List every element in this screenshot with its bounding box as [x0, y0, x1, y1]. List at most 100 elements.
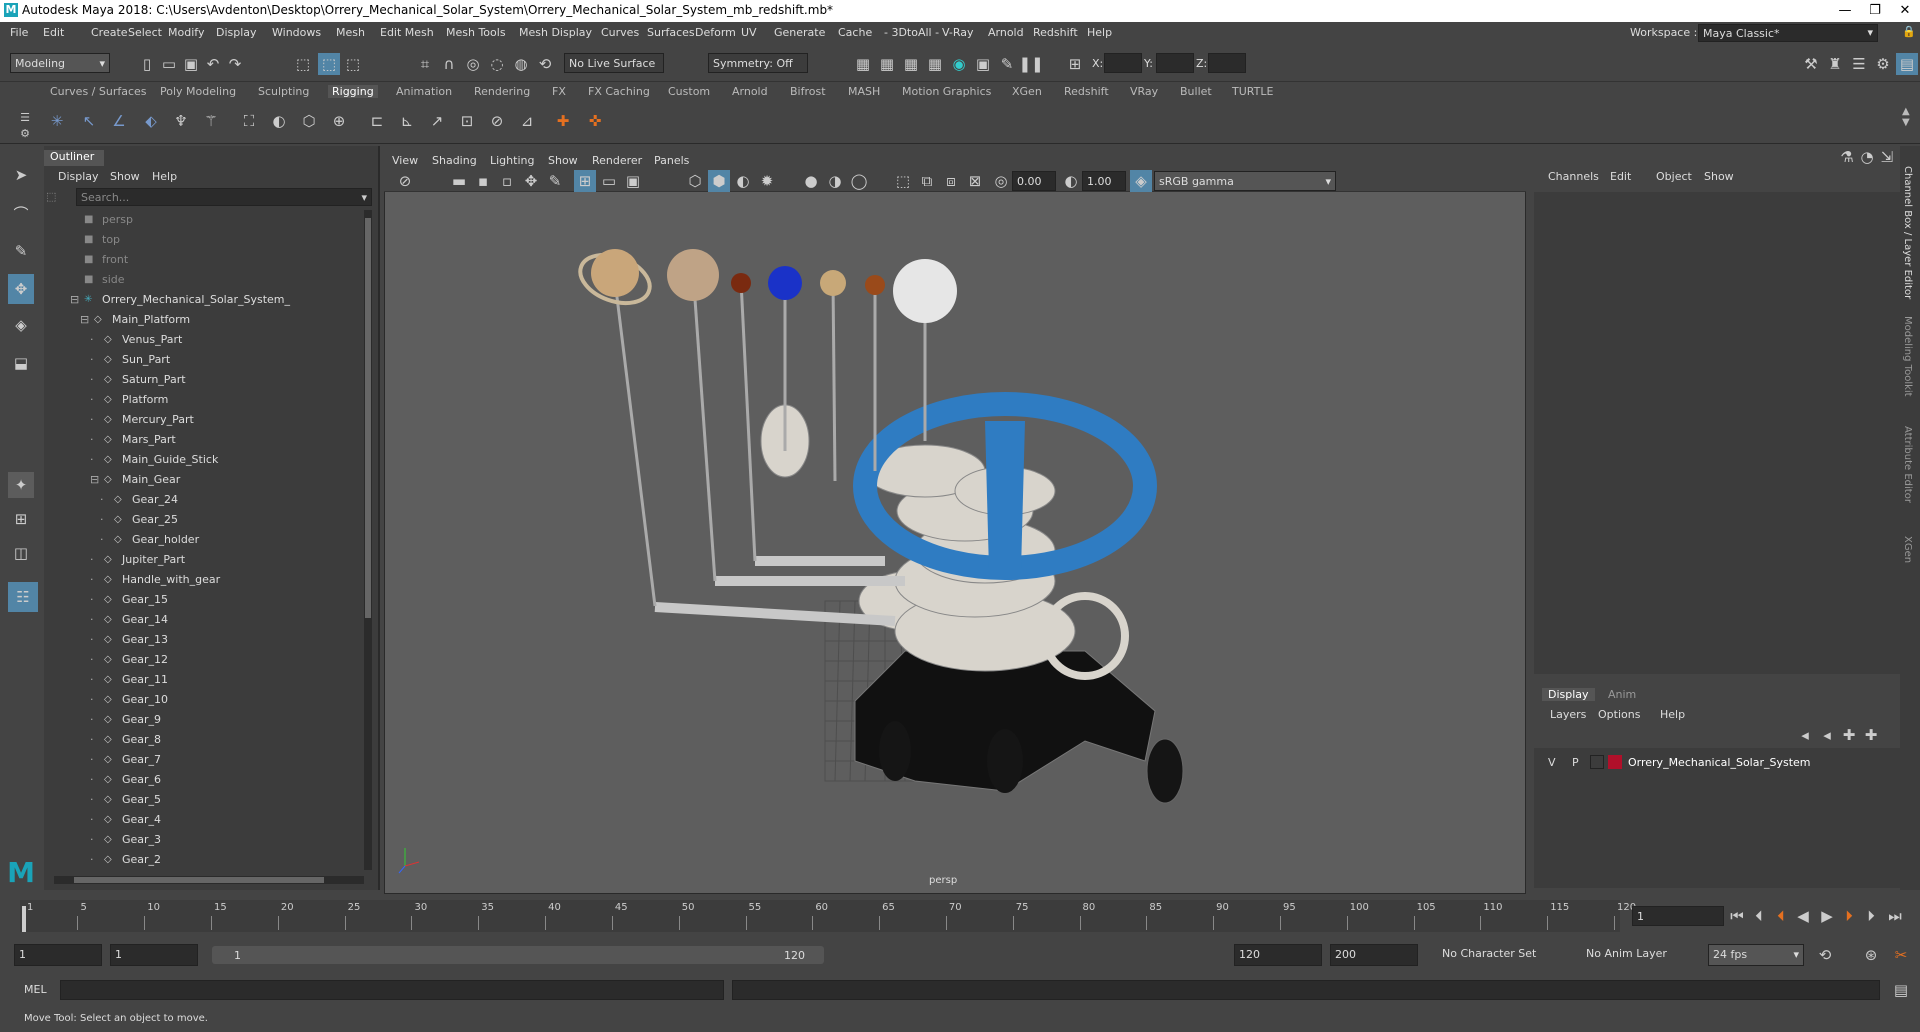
- redo-icon[interactable]: ↷: [224, 53, 246, 75]
- film-gate-icon[interactable]: ▭: [598, 170, 620, 192]
- locator-icon[interactable]: ⊏: [366, 110, 388, 132]
- outliner-row[interactable]: · ◇ Saturn_Part: [44, 370, 364, 390]
- expand-icon[interactable]: ·: [90, 810, 94, 830]
- expand-icon[interactable]: ·: [90, 450, 94, 470]
- play-backwards-icon[interactable]: ◀: [1792, 905, 1814, 927]
- step-back-key-icon[interactable]: ⏴: [1748, 905, 1770, 927]
- colorspace-dropdown[interactable]: sRGB gamma ▾: [1154, 171, 1336, 191]
- outliner-row[interactable]: · ◇ Gear_15: [44, 590, 364, 610]
- collapse-icon[interactable]: ⊟: [90, 470, 99, 490]
- outliner-h-scrollbar[interactable]: [54, 876, 364, 884]
- attribute-editor-icon[interactable]: ☰: [1848, 53, 1870, 75]
- menu-v-ray[interactable]: V-Ray: [942, 26, 974, 39]
- layer-row[interactable]: V P Orrery_Mechanical_Solar_System: [1536, 752, 1898, 772]
- menu-redshift[interactable]: Redshift: [1033, 26, 1078, 39]
- outliner-row[interactable]: · ◇ Gear_2: [44, 850, 364, 870]
- scale-constraint-icon[interactable]: ⊘: [486, 110, 508, 132]
- snap-grid-icon[interactable]: ⌗: [414, 53, 436, 75]
- outliner-menu-help[interactable]: Help: [152, 170, 177, 183]
- shelf-tab-bullet[interactable]: Bullet: [1180, 85, 1212, 98]
- channel-menu-edit[interactable]: Edit: [1610, 170, 1631, 183]
- step-forward-key-icon[interactable]: ⏵: [1860, 905, 1882, 927]
- xray-joints-icon[interactable]: ⧈: [940, 170, 962, 192]
- viewport-menu-renderer[interactable]: Renderer: [592, 154, 642, 167]
- menu-edit-mesh[interactable]: Edit Mesh: [380, 26, 434, 39]
- expand-icon[interactable]: ·: [90, 730, 94, 750]
- grid-toggle-icon[interactable]: ⊞: [574, 170, 596, 192]
- shelf-tab-mash[interactable]: MASH: [848, 85, 880, 98]
- outliner-row[interactable]: · ◇ Gear_7: [44, 750, 364, 770]
- outliner-row[interactable]: · ◇ Gear_holder: [44, 530, 364, 550]
- expand-icon[interactable]: ·: [90, 570, 94, 590]
- play-forwards-icon[interactable]: ▶: [1816, 905, 1838, 927]
- expand-icon[interactable]: ·: [90, 750, 94, 770]
- layer-visibility[interactable]: V: [1548, 756, 1556, 769]
- new-layer-icon[interactable]: ✚: [1838, 724, 1860, 746]
- expand-icon[interactable]: ·: [90, 690, 94, 710]
- outliner-row[interactable]: · ◇ Handle_with_gear: [44, 570, 364, 590]
- collapse-icon[interactable]: ⊟: [70, 290, 79, 310]
- shelf-tab-redshift[interactable]: Redshift: [1064, 85, 1109, 98]
- lights-icon[interactable]: ✹: [756, 170, 778, 192]
- outliner-row[interactable]: · ◇ Gear_13: [44, 630, 364, 650]
- scale-tool-icon[interactable]: ⬓: [10, 352, 32, 374]
- menu-file[interactable]: File: [10, 26, 28, 39]
- maximize-button[interactable]: ❐: [1860, 1, 1890, 21]
- outliner-row[interactable]: · ◇ Mars_Part: [44, 430, 364, 450]
- outliner-row[interactable]: ⊟ ◇ Main_Platform: [44, 310, 364, 330]
- outliner-row[interactable]: · ◇ Gear_5: [44, 790, 364, 810]
- live-surface-field[interactable]: No Live Surface: [564, 53, 664, 73]
- viewport-menu-view[interactable]: View: [392, 154, 418, 167]
- outliner-row[interactable]: · ◇ Gear_6: [44, 770, 364, 790]
- outliner-row[interactable]: · ◇ Gear_8: [44, 730, 364, 750]
- expand-icon[interactable]: ·: [90, 830, 94, 850]
- menu-select[interactable]: Select: [128, 26, 162, 39]
- side-tab-attribute-editor[interactable]: Attribute Editor: [1902, 426, 1913, 503]
- pole-vector-icon[interactable]: ✚: [552, 110, 574, 132]
- viewport-menu-shading[interactable]: Shading: [432, 154, 477, 167]
- outliner-row[interactable]: · ◇ Venus_Part: [44, 330, 364, 350]
- open-scene-icon[interactable]: ▭: [158, 53, 180, 75]
- layer-color-swatch[interactable]: [1608, 755, 1622, 769]
- command-input[interactable]: [60, 980, 724, 1000]
- viewport-menu-panels[interactable]: Panels: [654, 154, 689, 167]
- menu-generate[interactable]: Generate: [774, 26, 825, 39]
- menu-set-dropdown[interactable]: Modeling ▾: [10, 53, 110, 73]
- layer-tab-anim[interactable]: Anim: [1608, 688, 1636, 701]
- shelf-tab-custom[interactable]: Custom: [668, 85, 710, 98]
- menu-3dtoall[interactable]: - 3DtoAll -: [884, 26, 939, 39]
- snap-point-icon[interactable]: ◎: [462, 53, 484, 75]
- expand-icon[interactable]: ·: [90, 710, 94, 730]
- shelf-tab-fx-caching[interactable]: FX Caching: [588, 85, 650, 98]
- outliner-menu-show[interactable]: Show: [110, 170, 140, 183]
- menu-mesh[interactable]: Mesh: [336, 26, 365, 39]
- viewport-menu-show[interactable]: Show: [548, 154, 578, 167]
- y-field[interactable]: [1156, 53, 1194, 73]
- snap-surface-icon[interactable]: ◍: [510, 53, 532, 75]
- expand-icon[interactable]: ·: [90, 390, 94, 410]
- minimize-button[interactable]: —: [1830, 1, 1860, 21]
- expand-icon[interactable]: ·: [90, 430, 94, 450]
- select-component-icon[interactable]: ⬚: [342, 53, 364, 75]
- channel-box-icon[interactable]: ▤: [1896, 53, 1918, 75]
- render-tool-icon[interactable]: ✎: [996, 53, 1018, 75]
- shelf-tab-vray[interactable]: VRay: [1130, 85, 1158, 98]
- layer-tab-display[interactable]: Display: [1542, 688, 1595, 701]
- outliner-row[interactable]: · ◇ Jupiter_Part: [44, 550, 364, 570]
- select-hierarchy-icon[interactable]: ⬚: [292, 53, 314, 75]
- menu-deform[interactable]: Deform: [695, 26, 736, 39]
- outliner-row[interactable]: · ◇ Platform: [44, 390, 364, 410]
- layer-menu-help[interactable]: Help: [1660, 708, 1685, 721]
- two-d-pan-icon[interactable]: ✥: [520, 170, 542, 192]
- auto-key-icon[interactable]: ⊛: [1860, 944, 1882, 966]
- go-to-end-icon[interactable]: ⏭: [1884, 905, 1906, 927]
- parent-constraint-icon[interactable]: ⊾: [396, 110, 418, 132]
- image-plane-icon[interactable]: ▫: [496, 170, 518, 192]
- aim-constraint-icon[interactable]: ⊿: [516, 110, 538, 132]
- go-to-start-icon[interactable]: ⏮: [1726, 905, 1748, 927]
- menu-display[interactable]: Display: [216, 26, 257, 39]
- shelf-tab-poly-modeling[interactable]: Poly Modeling: [160, 85, 236, 98]
- collapse-icon[interactable]: ⊟: [80, 310, 89, 330]
- menu-mesh-display[interactable]: Mesh Display: [519, 26, 592, 39]
- expand-icon[interactable]: ·: [90, 770, 94, 790]
